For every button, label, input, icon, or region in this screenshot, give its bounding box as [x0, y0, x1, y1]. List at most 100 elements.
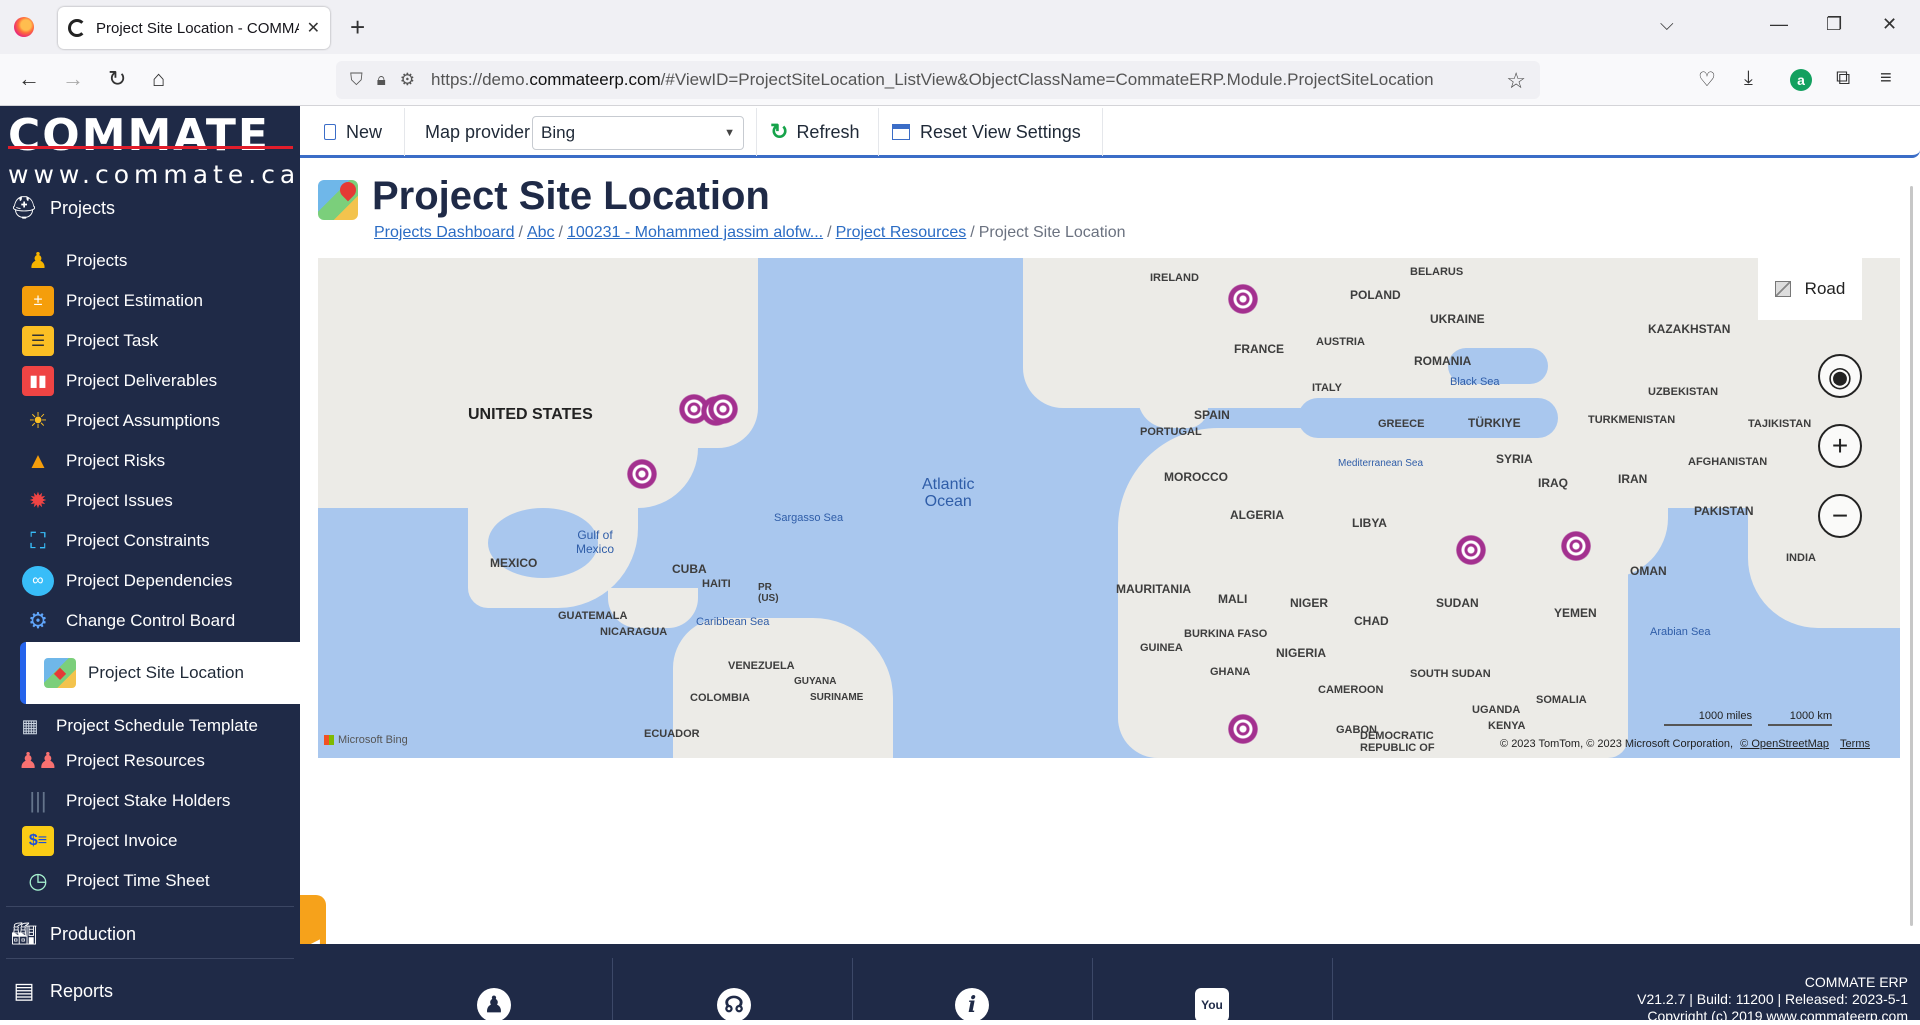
page-title: Project Site Location [372, 174, 770, 218]
browser-tab[interactable]: Project Site Location - COMMATE ✕ [58, 7, 330, 49]
breadcrumb-current: Project Site Location [978, 224, 1126, 241]
map-view[interactable]: UNITED STATES MEXICO CUBA HAITI PR (US) … [318, 258, 1900, 758]
risk-cone-icon: ▲ [27, 448, 49, 473]
permissions-icon[interactable]: ⚙ [400, 70, 415, 90]
breadcrumb-link-projects-dashboard[interactable]: Projects Dashboard [374, 224, 515, 241]
bug-icon: ✹ [28, 488, 48, 513]
sidebar-divider [6, 958, 294, 959]
sidebar-item-project-deliverables[interactable]: ▮▮ Project Deliverables [0, 361, 300, 401]
sidebar-item-project-invoice[interactable]: $≡ Project Invoice [0, 821, 300, 861]
breadcrumb-link-project[interactable]: 100231 - Mohammed jassim alofw... [567, 224, 823, 241]
sidebar-item-project-site-location[interactable]: ◆ Project Site Location [20, 642, 300, 704]
sidebar-section-projects[interactable]: ⛑ Projects [0, 188, 300, 228]
sidebar-section-production[interactable]: 🏭︎ Production [0, 914, 300, 954]
site-location-pin[interactable] [708, 394, 738, 424]
site-location-pin[interactable] [1228, 714, 1258, 744]
map-provider-select[interactable]: Bing ▼ [532, 116, 744, 150]
zoom-in-button[interactable]: + [1818, 424, 1862, 468]
sidebar-item-project-resources[interactable]: ♟♟ Project Resources [0, 741, 300, 781]
breadcrumb-link-project-resources[interactable]: Project Resources [836, 224, 967, 241]
site-location-pin[interactable] [1456, 535, 1486, 565]
new-button[interactable]: New [324, 114, 382, 150]
breadcrumb-link-abc[interactable]: Abc [527, 224, 555, 241]
forward-icon[interactable]: → [62, 66, 84, 92]
tab-list-chevron-icon[interactable]: ⌵ [1660, 14, 1674, 35]
close-window-icon[interactable]: ✕ [1882, 14, 1897, 35]
close-tab-icon[interactable]: ✕ [307, 18, 320, 38]
road-map-icon [1774, 281, 1791, 297]
sidebar-item-project-assumptions[interactable]: ☀ Project Assumptions [0, 401, 300, 441]
shield-icon[interactable]: ⛉ [350, 70, 363, 90]
map-style-road-button[interactable]: Road [1758, 258, 1862, 320]
sidebar-item-change-control-board[interactable]: ⚙ Change Control Board [0, 601, 300, 641]
commate-logo[interactable]: COMMATE www.commate.ca [8, 114, 295, 190]
commate-favicon-icon [68, 19, 86, 37]
sidebar-item-projects[interactable]: ♟ Projects [0, 241, 300, 281]
calculator-icon: ± [22, 286, 54, 316]
sidebar-divider [6, 906, 294, 907]
sidebar-item-project-constraints[interactable]: ⛶ Project Constraints [0, 521, 300, 561]
home-icon[interactable]: ⌂ [152, 66, 165, 92]
url-text[interactable]: https://demo.commateerp.com/#ViewID=Proj… [431, 70, 1434, 90]
sidebar-item-project-risks[interactable]: ▲ Project Risks [0, 441, 300, 481]
extensions-icon[interactable]: ⧉ [1836, 67, 1850, 90]
openstreetmap-link[interactable]: © OpenStreetMap [1740, 738, 1829, 750]
account-icon[interactable]: a [1790, 69, 1812, 91]
stakeholders-icon: ||| [29, 788, 47, 813]
deliverables-icon: ▮▮ [22, 366, 54, 396]
sidebar-item-project-dependencies[interactable]: ∞ Project Dependencies [0, 561, 300, 601]
address-bar[interactable]: ⛉ 🔒︎ ⚙ https://demo.commateerp.com/#View… [336, 61, 1540, 99]
sidebar: COMMATE www.commate.ca ⛑ Projects ♟ Proj… [0, 106, 300, 1020]
site-location-pin[interactable] [1228, 284, 1258, 314]
hard-hat-icon: ⛑ [10, 195, 38, 220]
sidebar-item-project-time-sheet[interactable]: ◷ Project Time Sheet [0, 861, 300, 901]
youtube-icon[interactable]: You [1195, 988, 1229, 1022]
lightbulb-icon: ☀ [28, 408, 48, 433]
person-icon: ♟ [28, 248, 48, 273]
chevron-down-icon: ▼ [724, 127, 735, 139]
downloads-icon[interactable]: ⤓ [1744, 67, 1753, 90]
india-land [1748, 468, 1900, 628]
lock-icon[interactable]: 🔒︎ [377, 70, 386, 90]
reload-icon[interactable]: ↻ [108, 66, 126, 92]
info-icon[interactable]: i [955, 988, 989, 1022]
zoom-out-button[interactable]: − [1818, 494, 1862, 538]
map-icon: ◆ [44, 658, 76, 688]
bookmark-star-icon[interactable]: ☆ [1506, 68, 1526, 94]
page-scrollbar[interactable] [1910, 186, 1913, 926]
board-icon: ⚙ [28, 608, 48, 633]
sidebar-item-project-task[interactable]: ☰ Project Task [0, 321, 300, 361]
restore-icon[interactable]: ❐ [1826, 14, 1842, 35]
refresh-icon: ↻ [770, 119, 789, 144]
minimize-icon[interactable]: — [1770, 14, 1788, 35]
reports-icon: ▤ [13, 978, 35, 1003]
toolbar: New Map provider Bing ▼ ↻ Refresh Reset … [300, 106, 1920, 158]
sidebar-section-reports[interactable]: ▤ Reports [0, 971, 300, 1011]
refresh-button[interactable]: ↻ Refresh [770, 114, 859, 150]
team-icon: ♟♟ [18, 748, 58, 773]
scale-miles: 1000 miles [1664, 710, 1752, 726]
link-icon: ∞ [22, 566, 54, 596]
new-tab-icon[interactable]: + [350, 12, 365, 42]
firefox-icon[interactable] [14, 17, 34, 37]
sidebar-item-project-issues[interactable]: ✹ Project Issues [0, 481, 300, 521]
browser-tab-bar: Project Site Location - COMMATE ✕ + ⌵ — … [0, 0, 1920, 54]
site-location-pin[interactable] [627, 459, 657, 489]
browser-nav-bar: ← → ↻ ⌂ ⛉ 🔒︎ ⚙ https://demo.commateerp.c… [0, 54, 1920, 106]
pocket-icon[interactable]: ♡ [1698, 67, 1716, 92]
footer-version-info: COMMATE ERP V21.2.7 | Build: 11200 | Rel… [1637, 974, 1908, 1024]
sidebar-item-project-stake-holders[interactable]: ||| Project Stake Holders [0, 781, 300, 821]
reset-view-settings-button[interactable]: Reset View Settings [892, 114, 1081, 150]
sidebar-item-project-schedule-template[interactable]: ▦ Project Schedule Template [0, 706, 300, 746]
footer: ♟ ☊ i You COMMATE ERP V21.2.7 | Build: 1… [300, 944, 1920, 1024]
site-location-pin[interactable] [1561, 531, 1591, 561]
locate-me-button[interactable]: ◉ [1818, 354, 1862, 398]
menu-icon[interactable]: ≡ [1880, 67, 1892, 90]
terms-link[interactable]: Terms [1840, 738, 1870, 750]
user-icon[interactable]: ♟ [477, 988, 511, 1022]
sidebar-item-project-estimation[interactable]: ± Project Estimation [0, 281, 300, 321]
tab-title: Project Site Location - COMMATE [96, 19, 299, 37]
microsoft-logo-icon [324, 735, 334, 745]
back-icon[interactable]: ← [18, 66, 40, 92]
support-headset-icon[interactable]: ☊ [717, 988, 751, 1022]
